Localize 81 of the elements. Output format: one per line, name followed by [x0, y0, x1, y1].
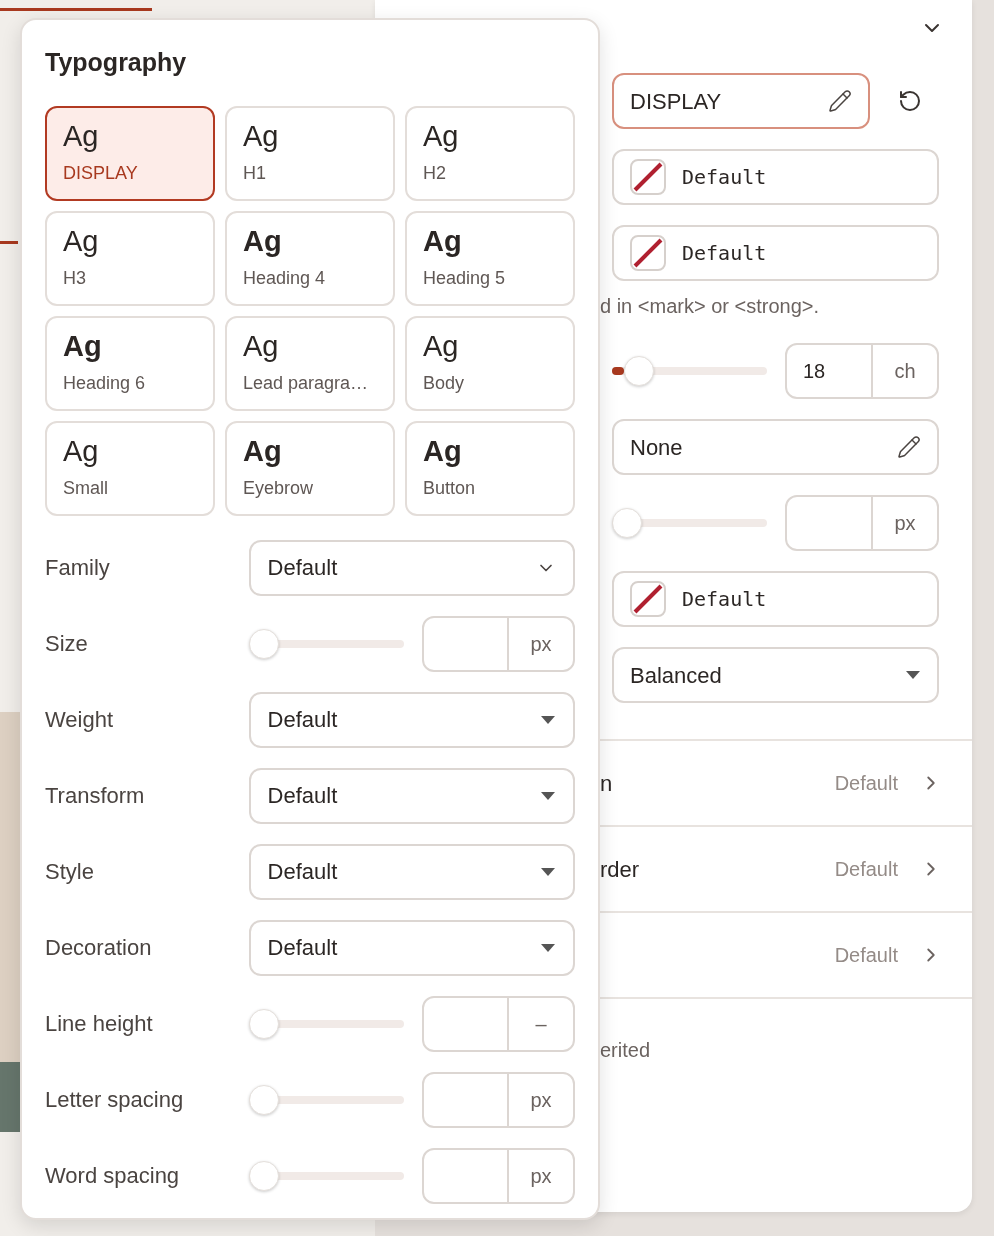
inherited-note: erited	[600, 1039, 651, 1061]
type-preset-card[interactable]: Ag Body	[405, 315, 575, 411]
shadow-field[interactable]: None	[612, 419, 939, 475]
no-color-swatch-icon	[630, 581, 666, 617]
property-label: Style	[45, 858, 95, 886]
slider[interactable]	[248, 1083, 404, 1116]
pencil-icon[interactable]	[828, 89, 852, 113]
color-value: Default	[682, 586, 767, 613]
pencil-icon[interactable]	[897, 435, 921, 459]
slider[interactable]	[248, 1159, 404, 1192]
slider[interactable]	[612, 355, 767, 387]
shadow-value: None	[630, 433, 683, 462]
section-label: rder	[600, 855, 640, 884]
number-field[interactable]: px	[421, 1147, 575, 1204]
section-value: Default	[834, 857, 898, 882]
property-label: Family	[45, 554, 111, 582]
number-field[interactable]: –	[421, 995, 575, 1052]
color-field[interactable]: Default	[612, 149, 939, 205]
style-name: DISPLAY	[630, 87, 722, 116]
caret-icon	[540, 942, 556, 953]
type-preset-card[interactable]: Ag Small	[45, 420, 215, 516]
type-preset-card[interactable]: Ag Heading 4	[225, 210, 395, 306]
color-value: Default	[682, 164, 767, 191]
wrap-select[interactable]: Balanced	[612, 647, 939, 703]
property-label: Decoration	[45, 934, 153, 962]
reset-icon[interactable]	[898, 89, 922, 113]
property-label: Transform	[45, 782, 146, 810]
style-name-field[interactable]: DISPLAY	[612, 73, 870, 129]
number-field[interactable]: px	[785, 495, 939, 551]
unit-label: ch	[893, 359, 917, 384]
select-field[interactable]: Default	[248, 539, 575, 596]
caret-icon	[905, 670, 921, 680]
property-label: Letter spacing	[45, 1086, 185, 1114]
popover-title: Typography	[45, 47, 188, 78]
no-color-swatch-icon	[630, 235, 666, 271]
type-preset-card[interactable]: Ag H3	[45, 210, 215, 306]
slider-thumb[interactable]	[248, 1008, 279, 1039]
number-field[interactable]: 18 ch	[785, 343, 939, 399]
unit-label: –	[534, 1011, 548, 1037]
select-field[interactable]: Default	[248, 843, 575, 900]
type-preset-card[interactable]: Ag Heading 6	[45, 315, 215, 411]
section-value: Default	[834, 943, 898, 968]
slider-thumb[interactable]	[248, 628, 279, 659]
type-preset-card[interactable]: Ag Eyebrow	[225, 420, 395, 516]
color-field[interactable]: Default	[612, 571, 939, 627]
number-field[interactable]: px	[421, 615, 575, 672]
unit-label: px	[529, 1087, 553, 1113]
caret-icon	[540, 714, 556, 725]
property-label: Size	[45, 630, 89, 658]
property-label: Word spacing	[45, 1162, 181, 1190]
caret-icon	[540, 866, 556, 877]
unit-label: px	[529, 631, 553, 657]
property-label: Weight	[45, 706, 115, 734]
slider-thumb[interactable]	[624, 356, 655, 386]
section-label: n	[600, 769, 613, 798]
type-preset-card[interactable]: Ag Lead paragra…	[225, 315, 395, 411]
color-field[interactable]: Default	[612, 225, 939, 281]
slider-thumb[interactable]	[248, 1160, 279, 1191]
select-field[interactable]: Default	[248, 767, 575, 824]
type-preset-card[interactable]: Ag H2	[405, 105, 575, 201]
slider[interactable]	[248, 1007, 404, 1040]
section-value: Default	[834, 771, 898, 796]
number-value: 18	[803, 359, 826, 384]
slider-thumb[interactable]	[248, 1084, 279, 1115]
type-preset-card[interactable]: Ag Button	[405, 420, 575, 516]
type-preset-card[interactable]: Ag H1	[225, 105, 395, 201]
type-preset-card[interactable]: Ag Heading 5	[405, 210, 575, 306]
caret-icon	[540, 790, 556, 801]
select-field[interactable]: Default	[248, 919, 575, 976]
property-label: Line height	[45, 1010, 154, 1038]
slider[interactable]	[248, 627, 404, 660]
no-color-swatch-icon	[630, 159, 666, 195]
hint-text: d in <mark> or <strong>.	[600, 294, 820, 319]
select-field[interactable]: Default	[248, 691, 575, 748]
slider-thumb[interactable]	[612, 508, 642, 538]
unit-label: px	[893, 511, 917, 536]
number-field[interactable]: px	[421, 1071, 575, 1128]
slider[interactable]	[612, 507, 767, 539]
unit-label: px	[529, 1163, 553, 1189]
type-preset-card[interactable]: Ag DISPLAY	[45, 105, 215, 201]
color-value: Default	[682, 240, 767, 267]
